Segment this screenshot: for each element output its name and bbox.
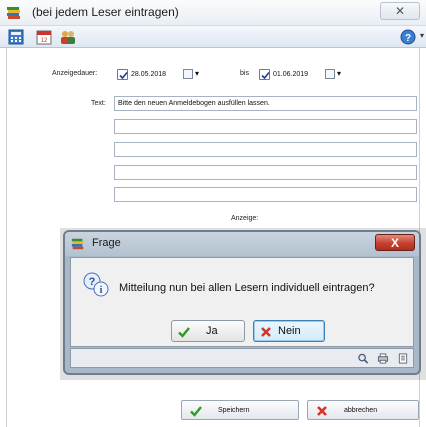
text-line-4[interactable] <box>114 165 417 180</box>
printer-icon[interactable] <box>377 353 389 364</box>
text-line-1[interactable]: Bitte den neuen Anmeldebogen ausfüllen l… <box>114 96 417 111</box>
app-icon <box>71 238 84 250</box>
cancel-x-icon <box>261 327 271 337</box>
window-title-bar: (bei jedem Leser eintragen) ✕ <box>0 0 426 26</box>
text-label: Text: <box>91 100 106 107</box>
checkmark-icon <box>178 327 190 338</box>
chevron-down-icon: ▾ <box>195 69 200 78</box>
dialog-close-button[interactable]: X <box>375 234 415 251</box>
calendar-icon[interactable]: 12 <box>36 29 52 45</box>
checkmark-icon <box>190 406 202 417</box>
yes-button[interactable]: Ja <box>171 320 245 342</box>
svg-text:?: ? <box>405 33 411 44</box>
calculator-icon[interactable] <box>8 29 24 45</box>
close-icon: X <box>391 236 400 250</box>
save-button[interactable]: Speichern <box>181 400 299 420</box>
window-title: (bei jedem Leser eintragen) <box>32 5 179 19</box>
anzeigedauer-label: Anzeigedauer: <box>52 70 98 77</box>
bis-label: bis <box>240 70 249 77</box>
yes-button-label: Ja <box>206 325 218 337</box>
help-dropdown-icon[interactable]: ▾ <box>420 31 424 40</box>
anzeige-label: Anzeige: <box>231 215 259 222</box>
dialog-title-bar: Frage X <box>65 232 419 256</box>
text-line-5[interactable] <box>114 187 417 202</box>
question-info-icon: ? i <box>83 272 109 297</box>
chevron-down-icon: ▾ <box>337 69 342 78</box>
to-date-picker[interactable]: ▾ <box>325 69 345 80</box>
svg-text:12: 12 <box>41 38 48 44</box>
from-date-picker[interactable]: ▾ <box>183 69 203 80</box>
dialog-title: Frage <box>92 237 121 249</box>
question-dialog: Frage X ? i Mitteilung nun bei allen Les… <box>63 230 421 375</box>
from-date-checkbox[interactable] <box>117 69 128 80</box>
page-icon[interactable] <box>397 353 409 364</box>
to-date-checkbox[interactable] <box>259 69 270 80</box>
cancel-x-icon <box>317 406 327 416</box>
dialog-status-bar <box>70 348 414 368</box>
cancel-button[interactable]: abbrechen <box>307 400 419 420</box>
users-icon[interactable] <box>60 29 76 45</box>
calendar-square-icon <box>183 69 193 79</box>
calendar-square-icon <box>325 69 335 79</box>
to-date-value[interactable]: 01.06.2019 <box>273 71 308 78</box>
app-icon <box>7 7 20 19</box>
dialog-body: ? i Mitteilung nun bei allen Lesern indi… <box>70 257 414 347</box>
dialog-message: Mitteilung nun bei allen Lesern individu… <box>119 282 375 294</box>
no-button[interactable]: Nein <box>253 320 325 342</box>
text-line-2[interactable] <box>114 119 417 134</box>
search-icon[interactable] <box>357 353 369 364</box>
no-button-label: Nein <box>278 325 301 337</box>
window-close-button[interactable]: ✕ <box>380 2 420 20</box>
save-button-label: Speichern <box>218 407 250 414</box>
text-line-3[interactable] <box>114 142 417 157</box>
svg-text:i: i <box>100 285 103 296</box>
toolbar: 12 ? ▾ <box>0 26 426 48</box>
cancel-button-label: abbrechen <box>344 407 378 414</box>
help-icon[interactable]: ? <box>400 29 416 45</box>
from-date-value[interactable]: 28.05.2018 <box>131 71 166 78</box>
